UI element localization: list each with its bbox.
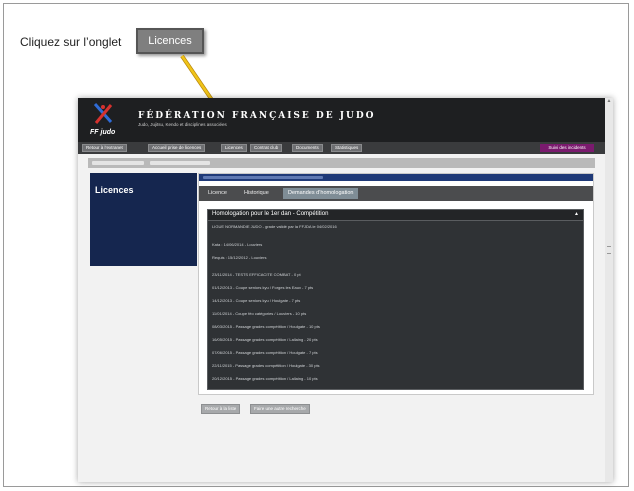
browser-window: FF judo FÉDÉRATION FRANÇAISE DE JUDO Jud… bbox=[78, 98, 613, 482]
list-item: 11/01/2014 - Coupe féo catégories / Louv… bbox=[212, 311, 307, 316]
scrollbar[interactable]: ▲ bbox=[605, 98, 613, 482]
sidebar: Licences bbox=[90, 173, 197, 266]
site-header: FF judo FÉDÉRATION FRANÇAISE DE JUDO Jud… bbox=[78, 98, 605, 142]
panel-header[interactable]: Homologation pour le 1er dan - Compétiti… bbox=[208, 210, 583, 221]
scroll-up-icon[interactable]: ▲ bbox=[605, 98, 613, 106]
list-item: 23/11/2014 - TESTS EFFICACITE COMBAT - 0… bbox=[212, 272, 301, 277]
list-item: 16/05/2015 - Passage grades compétition … bbox=[212, 337, 318, 342]
panel-title: Homologation pour le 1er dan - Compétiti… bbox=[212, 211, 329, 217]
nav-item-retour-extranet[interactable]: Retour à l’extranet bbox=[82, 144, 127, 152]
nav-item-documents[interactable]: Documents bbox=[292, 144, 323, 152]
new-search-button[interactable]: Faire une autre recherche bbox=[250, 404, 310, 414]
logo-text: FF judo bbox=[90, 129, 116, 136]
redacted-details bbox=[150, 161, 210, 165]
main-nav: Retour à l’extranet Accueil prise de lic… bbox=[78, 142, 605, 154]
validation-text: LIGUE NORMANDIE JUDO - grade validé par … bbox=[212, 224, 337, 229]
nav-item-accueil-licences[interactable]: Accueil prise de licences bbox=[148, 144, 206, 152]
tabs-bar: Licence Historique Demandes d’homologati… bbox=[199, 186, 593, 201]
requis-text: Requis : 15/12/2012 - Louviers bbox=[212, 255, 267, 260]
list-item: 07/06/2015 - Passage grades compétition … bbox=[212, 350, 318, 355]
tab-historique[interactable]: Historique bbox=[239, 188, 274, 199]
tab-demandes-homologation[interactable]: Demandes d’homologation bbox=[283, 188, 359, 199]
homologation-panel: Homologation pour le 1er dan - Compétiti… bbox=[207, 209, 584, 390]
list-item: 20/12/2015 - Passage grades compétition … bbox=[212, 376, 318, 381]
redacted-text bbox=[203, 176, 323, 179]
redacted-blue-bar bbox=[199, 174, 593, 181]
instruction-text: Cliquez sur l’onglet bbox=[20, 35, 122, 49]
tab-licence[interactable]: Licence bbox=[203, 188, 232, 199]
ffjudo-logo-icon bbox=[93, 103, 113, 124]
list-item: 22/11/2015 - Passage grades compétition … bbox=[212, 363, 320, 368]
nav-item-licences[interactable]: Licences bbox=[221, 144, 247, 152]
main-content: Licence Historique Demandes d’homologati… bbox=[198, 173, 594, 395]
collapse-caret-icon[interactable]: ▲ bbox=[574, 211, 579, 217]
list-item: 01/12/2013 - Coupe seniors kyu / Forges … bbox=[212, 285, 314, 290]
scroll-grip-icon[interactable] bbox=[607, 246, 611, 254]
nav-item-contrat-club[interactable]: Contrat club bbox=[250, 144, 283, 152]
list-item: 14/12/2013 - Coupe seniors kyu / Houlgat… bbox=[212, 298, 301, 303]
nav-item-statistiques[interactable]: Statistiques bbox=[331, 144, 363, 152]
user-info-bar bbox=[88, 158, 595, 168]
org-subtitle: Judo, Jujitsu, Kendo et disciplines asso… bbox=[138, 122, 227, 127]
list-item: 08/03/2015 - Passage grades compétition … bbox=[212, 324, 320, 329]
licences-callout: Licences bbox=[136, 28, 204, 54]
kata-text: Kata : 14/06/2014 - Louviers bbox=[212, 242, 263, 247]
sidebar-title: Licences bbox=[95, 185, 134, 195]
org-title: FÉDÉRATION FRANÇAISE DE JUDO bbox=[138, 111, 376, 121]
incidents-button[interactable]: Suivi des incidents bbox=[540, 144, 594, 152]
redacted-name bbox=[92, 161, 144, 165]
back-to-list-button[interactable]: Retour à la liste bbox=[201, 404, 241, 414]
